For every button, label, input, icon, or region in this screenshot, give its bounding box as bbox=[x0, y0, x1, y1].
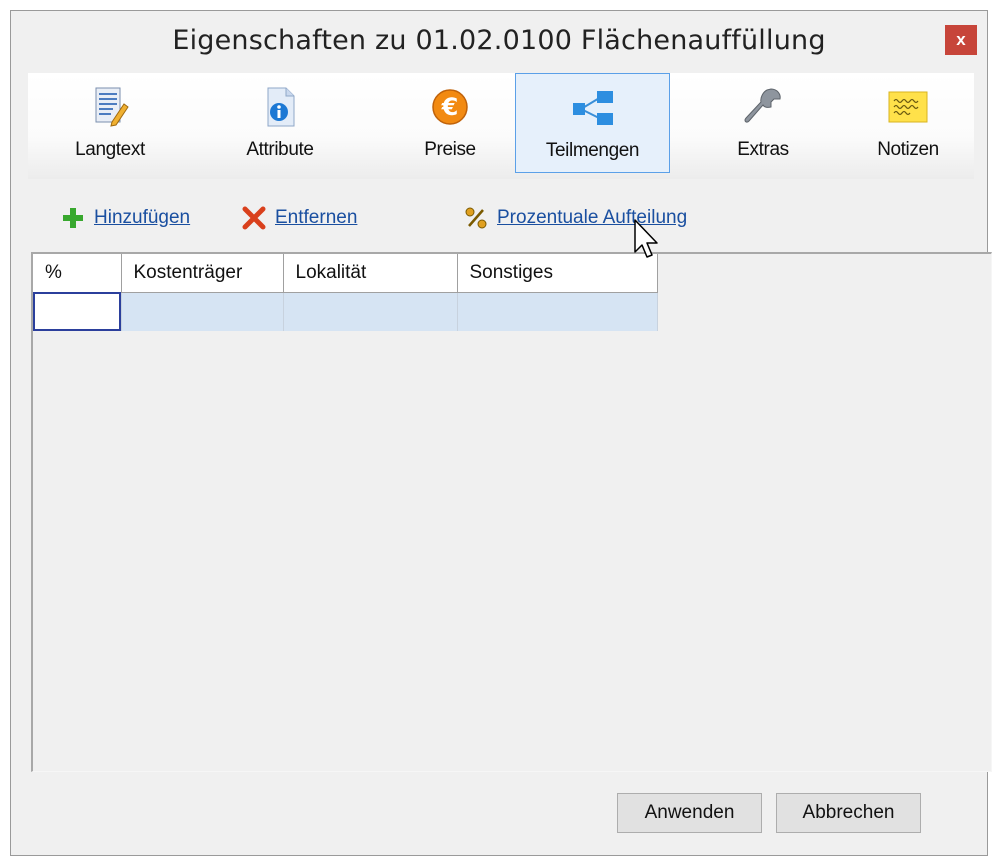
tab-preise-label: Preise bbox=[424, 139, 476, 160]
attribute-icon bbox=[258, 85, 302, 129]
grid-cell-kostentraeger[interactable] bbox=[121, 292, 284, 331]
tab-teilmengen-label: Teilmengen bbox=[545, 140, 640, 161]
grid-cell-percent[interactable] bbox=[33, 292, 122, 331]
wrench-icon bbox=[741, 85, 785, 129]
tab-extras-label: Extras bbox=[737, 139, 789, 160]
add-action[interactable]: Hinzufügen bbox=[58, 199, 190, 237]
svg-text:€: € bbox=[441, 93, 459, 121]
tab-extras[interactable]: Extras bbox=[698, 73, 828, 173]
remove-x-icon bbox=[239, 203, 269, 233]
tab-langtext[interactable]: Langtext bbox=[45, 73, 175, 173]
tab-attribute[interactable]: Attribute bbox=[215, 73, 345, 173]
window-title: Eigenschaften zu 01.02.0100 Flächenauffü… bbox=[172, 25, 826, 56]
tab-langtext-label: Langtext bbox=[75, 139, 145, 160]
tab-teilmengen[interactable]: Teilmengen bbox=[515, 73, 670, 173]
column-header-kostentraeger[interactable]: Kostenträger bbox=[121, 254, 284, 293]
properties-dialog: Eigenschaften zu 01.02.0100 Flächenauffü… bbox=[10, 10, 992, 856]
column-header-sonstiges[interactable]: Sonstiges bbox=[457, 254, 658, 293]
split-icon bbox=[571, 86, 615, 130]
plus-icon bbox=[58, 203, 88, 233]
add-link[interactable]: Hinzufügen bbox=[94, 207, 190, 229]
euro-icon: € bbox=[428, 85, 472, 129]
column-header-percent[interactable]: % bbox=[33, 254, 122, 293]
close-button[interactable]: x bbox=[945, 25, 977, 55]
tab-notizen-label: Notizen bbox=[877, 139, 939, 160]
apply-button[interactable]: Anwenden bbox=[617, 793, 762, 833]
action-bar: Hinzufügen Entfernen Prozentuale Aufteil… bbox=[41, 199, 941, 239]
title-bar[interactable]: Eigenschaften zu 01.02.0100 Flächenauffü… bbox=[11, 11, 987, 73]
langtext-icon bbox=[88, 85, 132, 129]
cancel-button[interactable]: Abbrechen bbox=[776, 793, 921, 833]
column-header-lokalitaet[interactable]: Lokalität bbox=[283, 254, 458, 293]
grid-header-row: % Kostenträger Lokalität Sonstiges bbox=[33, 254, 658, 293]
tab-notizen[interactable]: Notizen bbox=[843, 73, 973, 173]
percent-split-link[interactable]: Prozentuale Aufteilung bbox=[497, 207, 687, 229]
table-row[interactable] bbox=[33, 292, 658, 331]
percent-split-action[interactable]: Prozentuale Aufteilung bbox=[461, 199, 687, 237]
notes-icon bbox=[886, 85, 930, 129]
remove-action[interactable]: Entfernen bbox=[239, 199, 357, 237]
tab-attribute-label: Attribute bbox=[246, 139, 314, 160]
percent-icon bbox=[461, 203, 491, 233]
grid-cell-sonstiges[interactable] bbox=[457, 292, 658, 331]
remove-link[interactable]: Entfernen bbox=[275, 207, 357, 229]
tab-preise[interactable]: € Preise bbox=[385, 73, 515, 173]
subset-grid[interactable]: % Kostenträger Lokalität Sonstiges bbox=[31, 252, 992, 772]
grid-cell-lokalitaet[interactable] bbox=[283, 292, 458, 331]
subset-table: % Kostenträger Lokalität Sonstiges bbox=[33, 254, 658, 331]
tab-toolbar: Langtext Attribute € Preise Teilmengen E… bbox=[28, 73, 974, 179]
